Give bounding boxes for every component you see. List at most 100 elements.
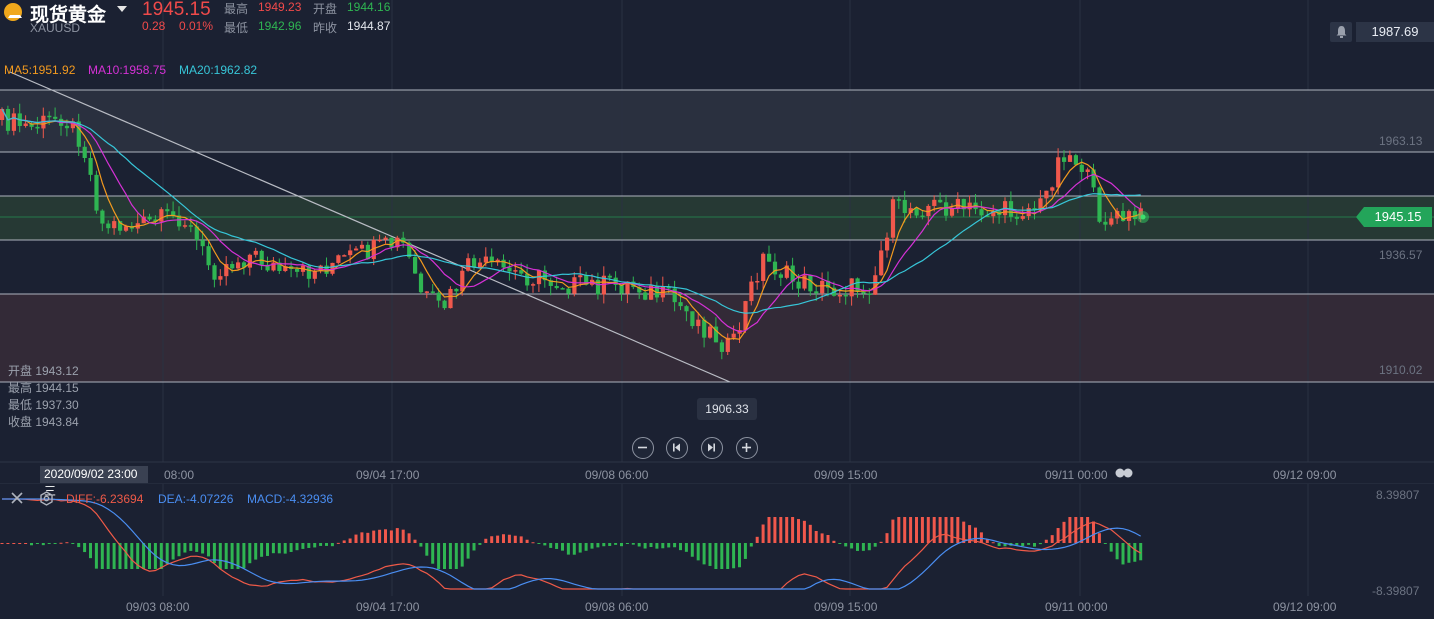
candle-body [354, 248, 359, 251]
scroll-back-button[interactable] [666, 437, 688, 459]
candle-body [47, 115, 52, 118]
macd-bar [378, 529, 382, 543]
macd-bar [826, 535, 830, 543]
candle-body [719, 342, 724, 352]
candle-body [182, 225, 188, 227]
candle-body [1014, 216, 1019, 219]
axis-top-price: 1987.69 [1356, 22, 1434, 42]
candle-body [501, 259, 506, 268]
close-icon[interactable] [10, 491, 24, 505]
candle-body [525, 273, 530, 286]
macd-bar [844, 543, 848, 547]
macd-bar [667, 543, 671, 548]
macd-bar [938, 517, 942, 543]
candle-body [513, 270, 518, 272]
x-axis-label: 09/12 09:00 [1273, 468, 1337, 482]
macd-bar [478, 543, 482, 545]
scroll-forward-button[interactable] [701, 437, 723, 459]
macd-bar [614, 543, 618, 545]
x-axis-label: 08:00 [164, 468, 195, 482]
prev-close-label: 昨收 [313, 21, 338, 35]
candle-body [35, 126, 40, 129]
macd-bar [767, 517, 771, 543]
macd-bar [861, 543, 865, 551]
candle-body [466, 258, 471, 271]
macd-bar [159, 543, 163, 569]
macd-bar [1038, 543, 1042, 545]
macd-bar [566, 543, 570, 555]
macd-bar [773, 517, 777, 543]
candle-body [1067, 155, 1073, 162]
macd-bar [248, 543, 252, 564]
macd-bar [679, 543, 682, 551]
candle-body [761, 253, 766, 281]
bell-icon[interactable] [1335, 25, 1348, 39]
candle-body [112, 221, 117, 229]
candle-body [867, 293, 872, 295]
macd-bar [425, 543, 429, 556]
chevron-down-icon[interactable] [117, 6, 127, 12]
macd-bar [738, 543, 741, 568]
candle-body [442, 300, 447, 309]
macd-bar [915, 517, 918, 543]
candle-body [843, 294, 848, 297]
macd-bar [873, 543, 877, 547]
macd-bar [1033, 543, 1036, 547]
macd-bar [791, 517, 795, 543]
candle-body [253, 250, 258, 255]
macd-bar [307, 543, 311, 548]
candle-body [188, 225, 193, 227]
macd-bar [903, 517, 907, 543]
candle-body [578, 275, 583, 278]
candle-body [94, 174, 99, 211]
zoom-out-button[interactable] [632, 437, 654, 459]
macd-bar [89, 543, 92, 559]
macd-bar [631, 543, 635, 545]
macd-bar [295, 543, 299, 551]
candle-body [554, 285, 559, 289]
macd-bar [702, 543, 706, 565]
macd-bar [950, 517, 954, 543]
macd-bar [596, 543, 600, 548]
candle-body [200, 240, 205, 247]
macd-bar [661, 543, 665, 549]
macd-bar [543, 543, 547, 546]
macd-bar [926, 517, 930, 543]
price-change-percent: 0.01% [179, 19, 214, 33]
macd-bar [171, 543, 175, 560]
candle-body [979, 209, 984, 216]
macd-bar [944, 517, 948, 543]
macd-bar [997, 543, 1001, 547]
candle-body [879, 250, 884, 276]
ma10-label: MA10:1958.75 [88, 63, 167, 77]
macd-bar [590, 543, 594, 549]
macd-bar [65, 542, 69, 544]
macd-bar [407, 533, 411, 543]
candle-body [896, 199, 901, 201]
candle-body [100, 210, 105, 224]
candle-body [967, 202, 972, 210]
macd-bar [30, 543, 33, 546]
macd-bar [148, 543, 151, 569]
drag-handle-icon[interactable] [1114, 467, 1134, 479]
macd-bar [891, 519, 895, 543]
macd-bar [1021, 543, 1025, 547]
macd-bar [991, 542, 995, 544]
macd-bar [207, 543, 210, 557]
ma5-label: MA5:1951.92 [4, 63, 76, 77]
gear-icon[interactable] [39, 491, 54, 506]
macd-bar [354, 534, 358, 543]
macd-bar [12, 543, 16, 544]
macd-bar [218, 543, 222, 569]
high-value: 1949.23 [258, 0, 302, 14]
candle-body [955, 198, 960, 209]
macd-bar [1139, 543, 1143, 561]
macd-bar [372, 530, 376, 543]
zoom-in-button[interactable] [736, 437, 758, 459]
macd-bar [690, 543, 694, 557]
candle-body [944, 202, 949, 216]
crosshair-open: 开盘 1943.12 [8, 364, 79, 378]
macd-bar [47, 543, 51, 544]
macd-bar [283, 543, 287, 554]
macd-bar [726, 543, 730, 569]
